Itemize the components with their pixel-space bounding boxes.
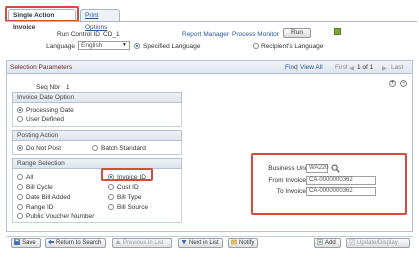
cust-id-label: Cust ID xyxy=(117,184,139,191)
previous-arrow-icon[interactable]: ◀ xyxy=(349,64,354,72)
bill-cycle-radio[interactable] xyxy=(17,184,23,190)
business-unit-label: Business Unit xyxy=(268,165,308,172)
seq-nbr-label: Seq Nbr xyxy=(36,84,60,91)
tab-divider xyxy=(5,21,417,22)
range-selection-header: Range Selection xyxy=(12,158,182,169)
public-voucher-number-radio[interactable] xyxy=(17,213,23,219)
specified-language-radio[interactable] xyxy=(134,43,140,49)
previous-in-list-button[interactable]: Previous in List xyxy=(112,238,172,248)
bill-type-radio[interactable] xyxy=(108,194,114,200)
update-display-button[interactable]: Update/Display xyxy=(346,238,410,248)
up-arrow-icon xyxy=(115,239,121,244)
all-radio[interactable] xyxy=(17,174,23,180)
all-label: All xyxy=(26,174,34,181)
save-label: Save xyxy=(22,240,36,246)
specified-language-label: Specified Language xyxy=(143,43,201,50)
processing-date-radio[interactable] xyxy=(17,107,23,113)
notify-button[interactable]: Notify xyxy=(228,238,258,248)
invoice-date-option-header: Invoice Date Option xyxy=(12,92,182,103)
seq-nbr-value: 1 xyxy=(66,84,70,91)
return-to-search-button[interactable]: Return to Search xyxy=(45,238,106,248)
language-select[interactable]: English ▼ xyxy=(78,41,130,50)
tab-highlight-box xyxy=(5,6,79,22)
update-display-icon xyxy=(349,239,355,245)
previous-in-list-label: Previous in List xyxy=(123,240,164,246)
next-in-list-button[interactable]: Next in List xyxy=(178,238,223,248)
tab-print-options[interactable]: Print Options xyxy=(80,9,120,31)
date-bill-added-radio[interactable] xyxy=(17,194,23,200)
business-unit-input[interactable]: WA220 xyxy=(306,164,328,173)
processing-date-label: Processing Date xyxy=(26,107,74,114)
add-label: Add xyxy=(325,240,336,246)
grid-icon[interactable] xyxy=(334,28,341,35)
range-id-radio[interactable] xyxy=(17,204,23,210)
first-label: First xyxy=(335,64,348,71)
date-bill-added-label: Date Bill Added xyxy=(26,194,71,201)
cust-id-radio[interactable] xyxy=(108,184,114,190)
run-control-label: Run Control ID xyxy=(57,31,100,38)
update-display-label: Update/Display xyxy=(357,240,398,246)
save-button[interactable]: Save xyxy=(11,238,41,248)
to-invoice-input[interactable]: CA-0000000362 xyxy=(306,187,376,196)
user-defined-label: User Defined xyxy=(26,116,64,123)
notify-label: Notify xyxy=(239,240,255,246)
add-button[interactable]: Add xyxy=(314,238,341,248)
from-invoice-label: From Invoice xyxy=(268,177,306,184)
language-select-value: English xyxy=(81,42,103,49)
return-icon xyxy=(48,239,54,245)
add-row-icon[interactable]: + xyxy=(389,80,396,87)
posting-action-header: Posting Action xyxy=(12,130,182,141)
down-arrow-icon xyxy=(181,240,187,245)
batch-standard-radio[interactable] xyxy=(92,145,98,151)
bill-cycle-label: Bill Cycle xyxy=(26,184,53,191)
run-control-value: CD_1 xyxy=(103,31,120,38)
selection-parameters-title: Selection Parameters xyxy=(10,64,73,71)
process-monitor-link[interactable]: Process Monitor xyxy=(232,31,279,38)
language-label: Language xyxy=(46,43,75,50)
next-in-list-label: Next in List xyxy=(189,240,219,246)
last-label: Last xyxy=(391,64,404,71)
return-to-search-label: Return to Search xyxy=(56,240,102,246)
run-button[interactable]: Run xyxy=(283,28,311,38)
invoice-id-label: Invoice ID xyxy=(117,174,146,181)
delete-row-icon[interactable]: − xyxy=(400,80,407,87)
view-all-link[interactable]: View All xyxy=(300,64,323,71)
bill-source-radio[interactable] xyxy=(108,204,114,210)
row-count: 1 of 1 xyxy=(357,64,374,71)
from-invoice-input[interactable]: CA-0000000362 xyxy=(306,176,376,185)
user-defined-radio[interactable] xyxy=(17,116,23,122)
add-icon xyxy=(317,239,323,245)
do-not-post-radio[interactable] xyxy=(17,145,23,151)
do-not-post-label: Do Not Post xyxy=(26,145,62,152)
nav-separator: | xyxy=(296,64,298,71)
recipient-language-radio[interactable] xyxy=(253,43,259,49)
notify-icon xyxy=(231,239,237,245)
recipient-language-label: Recipient's Language xyxy=(261,43,324,50)
bill-type-label: Bill Type xyxy=(117,194,142,201)
save-icon xyxy=(14,239,20,245)
range-id-label: Range ID xyxy=(26,204,54,211)
batch-standard-label: Batch Standard xyxy=(101,145,146,152)
search-icon[interactable] xyxy=(331,164,340,173)
to-invoice-label: To Invoice xyxy=(276,188,306,195)
chevron-down-icon: ▼ xyxy=(122,42,127,48)
next-arrow-icon[interactable]: ▶ xyxy=(382,64,387,72)
invoice-id-radio[interactable] xyxy=(108,174,114,180)
bill-source-label: Bill Source xyxy=(117,204,149,211)
public-voucher-number-label: Public Voucher Number xyxy=(26,213,95,220)
report-manager-link[interactable]: Report Manager xyxy=(182,31,229,38)
